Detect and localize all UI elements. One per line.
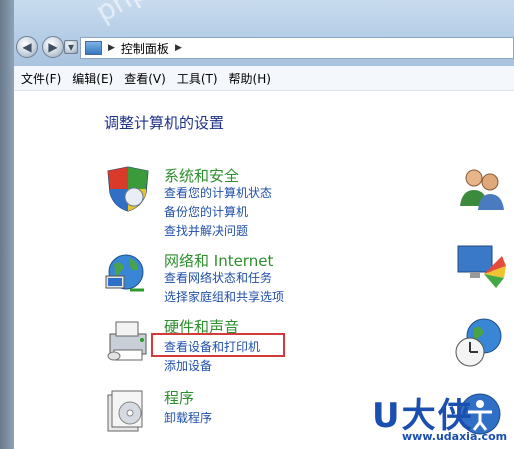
menu-edit[interactable]: 编辑(E) [72,70,113,87]
menu-help[interactable]: 帮助(H) [229,70,271,87]
clock-globe-icon[interactable] [454,316,506,368]
breadcrumb-separator-icon[interactable]: ▶ [108,43,115,53]
network-globe-icon[interactable] [104,250,152,298]
category-title-programs[interactable]: 程序 [164,387,194,408]
link-view-computer-status[interactable]: 查看您的计算机状态 [164,184,272,201]
appearance-icon[interactable] [454,238,506,290]
printer-icon[interactable] [104,316,152,364]
left-window-edge [0,0,14,449]
watermark-url: www.udaxia.com [402,430,508,443]
category-title-network-internet[interactable]: 网络和 Internet [164,250,273,271]
link-backup-computer[interactable]: 备份您的计算机 [164,203,248,220]
breadcrumb-separator-icon[interactable]: ▶ [175,43,182,53]
link-homegroup-sharing[interactable]: 选择家庭组和共享选项 [164,288,284,305]
page-title: 调整计算机的设置 [104,114,225,132]
forward-button[interactable]: ▶ [42,36,64,58]
menu-view[interactable]: 查看(V) [124,70,166,87]
back-button[interactable]: ◀ [16,36,38,58]
history-dropdown-icon[interactable]: ▾ [64,40,78,54]
link-troubleshoot[interactable]: 查找并解决问题 [164,222,248,239]
programs-icon[interactable] [104,387,152,435]
shield-icon[interactable] [104,165,152,213]
link-add-device[interactable]: 添加设备 [164,357,212,374]
menu-file[interactable]: 文件(F) [21,70,61,87]
category-title-system-security[interactable]: 系统和安全 [164,165,239,186]
link-uninstall-program[interactable]: 卸载程序 [164,409,212,426]
link-view-network-status[interactable]: 查看网络状态和任务 [164,269,272,286]
highlight-box [151,333,285,357]
breadcrumb-control-panel[interactable]: 控制面板 [121,40,169,57]
menu-tools[interactable]: 工具(T) [177,70,218,87]
watermark-logo: U大侠 www.udaxia.com [372,388,514,449]
user-accounts-icon[interactable] [454,162,506,214]
control-panel-icon [85,41,102,55]
address-bar[interactable]: ▶ 控制面板 ▶ [80,37,514,59]
menu-bar: 文件(F) 编辑(E) 查看(V) 工具(T) 帮助(H) [14,66,514,91]
